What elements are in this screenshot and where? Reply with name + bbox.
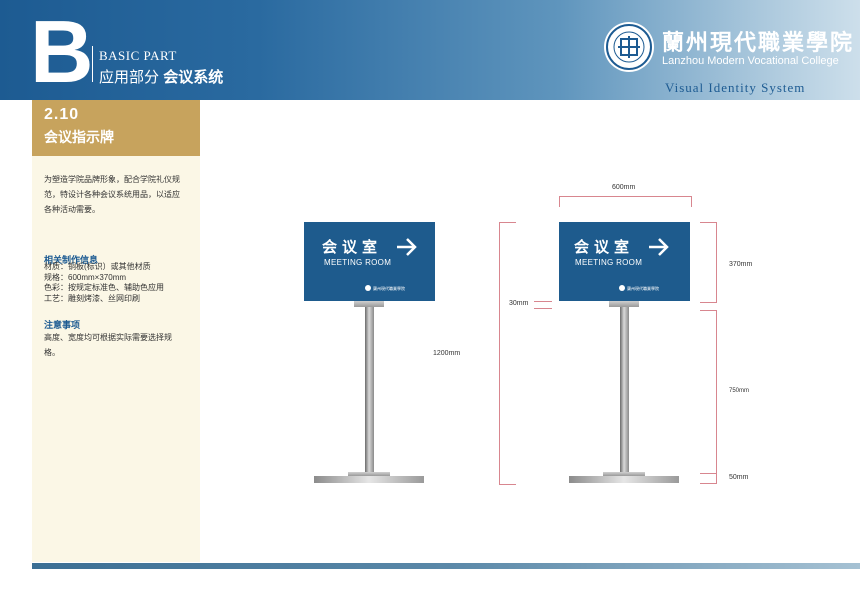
total-height-label: 1200mm (433, 350, 461, 357)
spec-line: 规格：600mm×370mm (44, 272, 127, 282)
arrow-right-icon (395, 236, 419, 263)
part-letter: B (30, 2, 94, 101)
sign-cn-label-right: 会议室 (574, 239, 635, 256)
spec-line: 色彩：按规定标准色、辅助色应用 (44, 283, 164, 292)
spec-line: 材质：铜板(标识）或其他材质 (44, 262, 151, 271)
part-title-b: 会议系统 (163, 69, 224, 86)
total-height-dimension-line (499, 222, 516, 485)
base-plate-right (569, 476, 679, 483)
basic-part-label: BASIC PART (99, 48, 177, 63)
spec-list: 材质：铜板(标识）或其他材质 规格：600mm×370mm 色彩：按规定标准色、… (44, 262, 194, 304)
notes-line: 高度、宽度均可根据实际需要选择规 (44, 333, 172, 342)
base-plate (314, 476, 424, 483)
sign-logo-icon (365, 285, 371, 291)
part-title-a: 应用部分 (99, 69, 160, 86)
panel-height-dimension-line (700, 222, 717, 303)
pole (365, 307, 374, 474)
pole-right (620, 307, 629, 474)
footer-bar (32, 563, 860, 569)
spec-line: 工艺：雕刻烤漆、丝网印刷 (44, 293, 140, 303)
sign-logo-text-right: 蘭州現代職業學院 (627, 286, 659, 291)
notes-line: 格。 (44, 348, 60, 357)
part-title: 应用部分 会议系统 (99, 66, 223, 87)
base-height-dimension-line (700, 472, 717, 484)
gap-dimension-line (534, 301, 552, 309)
sign-en-label: MEETING ROOM (324, 258, 392, 267)
section-title: 会议指示牌 (44, 129, 114, 145)
width-label: 600mm (612, 184, 636, 191)
intro-line: 范，特设计各种会议系统用品，以适应 (44, 190, 180, 199)
visual-identity-title: Visual Identity System (665, 80, 806, 95)
sign-logo-icon (619, 285, 625, 291)
section-number: 2.10 (44, 106, 80, 123)
arrow-right-icon (647, 236, 671, 263)
intro-line: 为塑造学院品牌形象，配合学院礼仪规 (44, 175, 180, 184)
sign-en-label-right: MEETING ROOM (575, 258, 643, 267)
intro-line: 各种活动需要。 (44, 205, 100, 214)
sign-logo-text: 蘭州現代職業學院 (373, 286, 405, 291)
intro-text: 为塑造学院品牌形象，配合学院礼仪规 范，特设计各种会议系统用品，以适应 各种活动… (44, 172, 194, 217)
notes-list: 高度、宽度均可根据实际需要选择规 格。 (44, 330, 194, 360)
panel-height-label: 370mm (729, 261, 753, 268)
college-seal-icon (606, 24, 652, 70)
base-height-label: 50mm (729, 474, 749, 481)
pole-height-label: 750mm (729, 388, 750, 394)
college-name-en: Lanzhou Modern Vocational College (662, 55, 839, 67)
pole-height-dimension-line (700, 310, 717, 474)
sign-cn-label: 会议室 (322, 239, 383, 256)
header-divider (92, 46, 93, 82)
college-name-cn: 蘭州現代職業學院 (662, 30, 855, 56)
width-dimension-line (559, 196, 692, 207)
college-logo-icon (604, 22, 654, 72)
